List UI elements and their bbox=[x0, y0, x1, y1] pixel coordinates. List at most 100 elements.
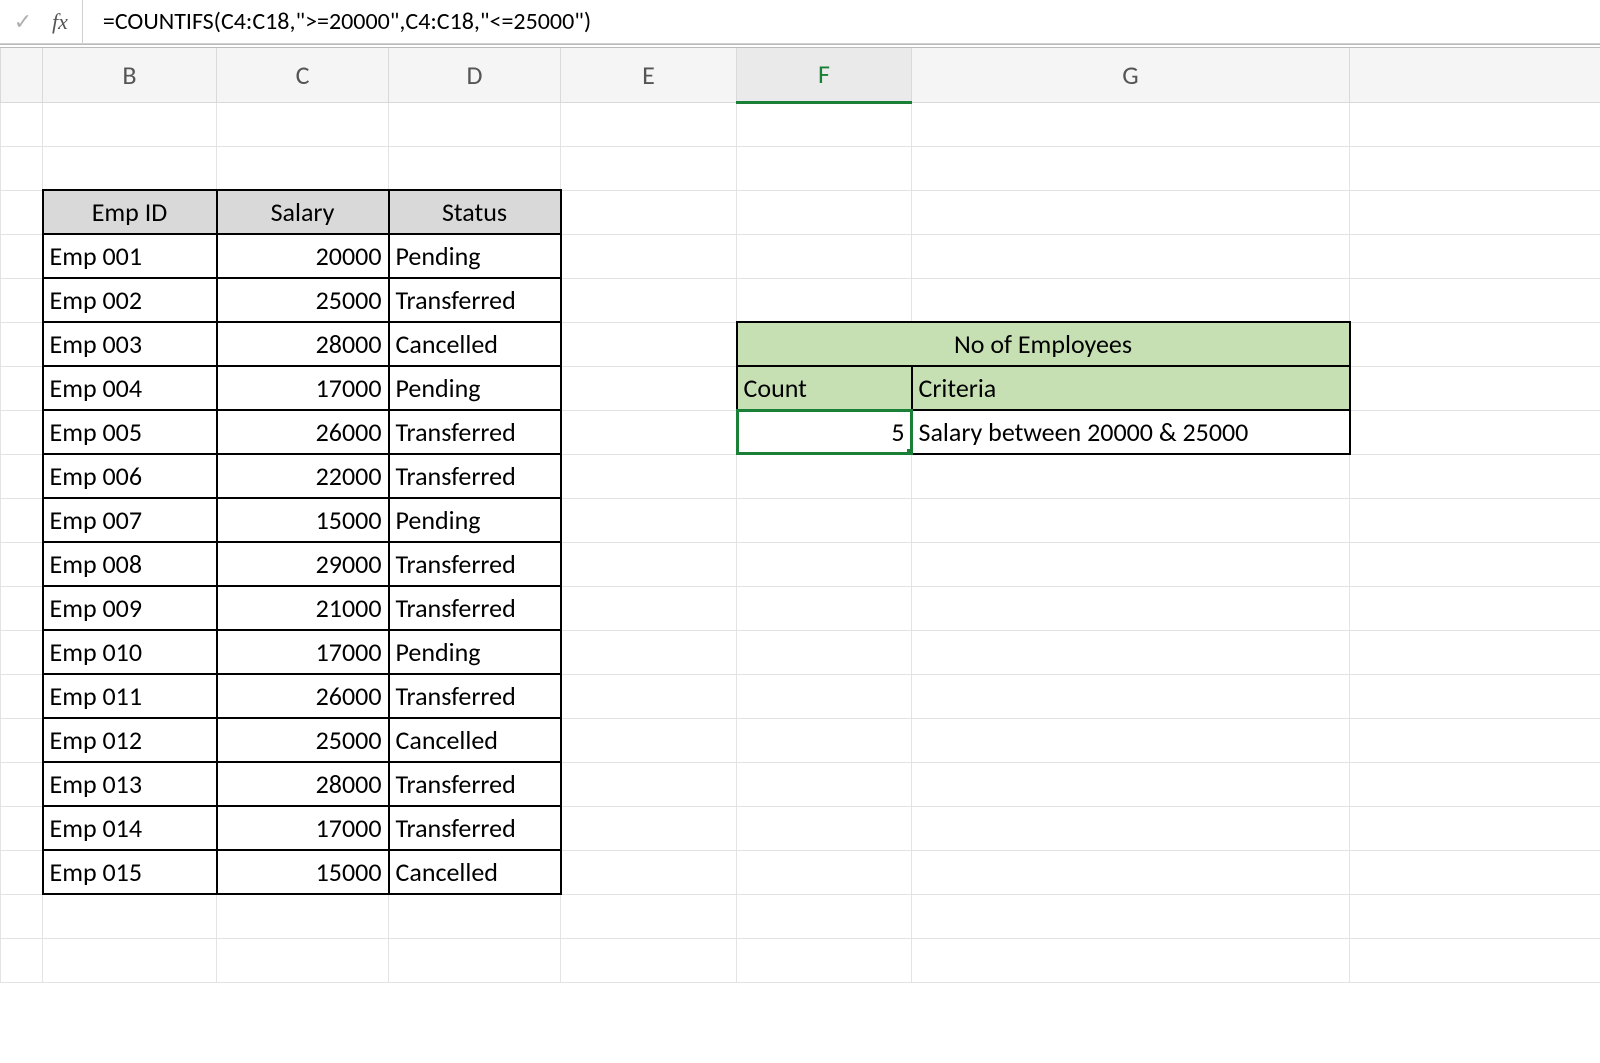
cell[interactable] bbox=[912, 630, 1350, 674]
cell[interactable] bbox=[1350, 586, 1600, 630]
emp-status-cell[interactable]: Pending bbox=[389, 234, 561, 278]
cell[interactable] bbox=[912, 102, 1350, 146]
cell[interactable] bbox=[737, 938, 912, 982]
emp-header[interactable]: Salary bbox=[217, 190, 389, 234]
cell[interactable] bbox=[217, 894, 389, 938]
cell[interactable] bbox=[561, 410, 737, 454]
emp-status-cell[interactable]: Transferred bbox=[389, 762, 561, 806]
col-header-D[interactable]: D bbox=[389, 48, 561, 102]
formula-input[interactable] bbox=[97, 6, 1592, 37]
cell[interactable] bbox=[217, 146, 389, 190]
col-header-F[interactable]: F bbox=[737, 48, 912, 102]
emp-id-cell[interactable]: Emp 003 bbox=[43, 322, 217, 366]
cell[interactable] bbox=[912, 674, 1350, 718]
cell[interactable] bbox=[561, 938, 737, 982]
emp-id-cell[interactable]: Emp 013 bbox=[43, 762, 217, 806]
cell[interactable] bbox=[737, 454, 912, 498]
emp-status-cell[interactable]: Cancelled bbox=[389, 322, 561, 366]
cell[interactable] bbox=[1350, 542, 1600, 586]
cell[interactable] bbox=[912, 586, 1350, 630]
cell[interactable] bbox=[561, 806, 737, 850]
cell[interactable] bbox=[561, 630, 737, 674]
cell[interactable] bbox=[912, 806, 1350, 850]
emp-status-cell[interactable]: Pending bbox=[389, 498, 561, 542]
col-header-G[interactable]: G bbox=[912, 48, 1350, 102]
cell[interactable] bbox=[737, 850, 912, 894]
cell[interactable] bbox=[1350, 938, 1600, 982]
emp-salary-cell[interactable]: 21000 bbox=[217, 586, 389, 630]
cell[interactable] bbox=[1350, 454, 1600, 498]
emp-salary-cell[interactable]: 17000 bbox=[217, 806, 389, 850]
select-all-corner[interactable] bbox=[1, 48, 43, 102]
col-header-spare[interactable] bbox=[1350, 48, 1600, 102]
emp-id-cell[interactable]: Emp 015 bbox=[43, 850, 217, 894]
emp-id-cell[interactable]: Emp 006 bbox=[43, 454, 217, 498]
cell[interactable] bbox=[912, 938, 1350, 982]
fx-label[interactable]: fx bbox=[52, 0, 83, 44]
emp-status-cell[interactable]: Transferred bbox=[389, 806, 561, 850]
cell[interactable] bbox=[912, 190, 1350, 234]
cell[interactable] bbox=[1350, 234, 1600, 278]
cell[interactable] bbox=[737, 630, 912, 674]
cell[interactable] bbox=[561, 322, 737, 366]
emp-status-cell[interactable]: Transferred bbox=[389, 278, 561, 322]
emp-header[interactable]: Status bbox=[389, 190, 561, 234]
emp-id-cell[interactable]: Emp 009 bbox=[43, 586, 217, 630]
cell[interactable] bbox=[1350, 322, 1600, 366]
cell[interactable] bbox=[737, 102, 912, 146]
summary-count-value[interactable]: 5 bbox=[737, 410, 912, 454]
cell[interactable] bbox=[1350, 894, 1600, 938]
cell[interactable] bbox=[737, 146, 912, 190]
emp-salary-cell[interactable]: 17000 bbox=[217, 366, 389, 410]
cell[interactable] bbox=[737, 234, 912, 278]
cell[interactable] bbox=[561, 146, 737, 190]
cell[interactable] bbox=[561, 674, 737, 718]
emp-status-cell[interactable]: Transferred bbox=[389, 410, 561, 454]
cell[interactable] bbox=[1350, 630, 1600, 674]
cell[interactable] bbox=[1350, 410, 1600, 454]
cell[interactable] bbox=[737, 278, 912, 322]
summary-count-label[interactable]: Count bbox=[737, 366, 912, 410]
cell[interactable] bbox=[1350, 102, 1600, 146]
cell[interactable] bbox=[912, 454, 1350, 498]
cell[interactable] bbox=[1350, 190, 1600, 234]
summary-criteria-label[interactable]: Criteria bbox=[912, 366, 1350, 410]
emp-id-cell[interactable]: Emp 007 bbox=[43, 498, 217, 542]
emp-salary-cell[interactable]: 28000 bbox=[217, 762, 389, 806]
emp-status-cell[interactable]: Transferred bbox=[389, 586, 561, 630]
spreadsheet-grid[interactable]: B C D E F G Emp IDSalaryStatusEmp 001200… bbox=[0, 48, 1600, 983]
emp-id-cell[interactable]: Emp 010 bbox=[43, 630, 217, 674]
emp-salary-cell[interactable]: 15000 bbox=[217, 850, 389, 894]
summary-title[interactable]: No of Employees bbox=[737, 322, 1350, 366]
emp-id-cell[interactable]: Emp 011 bbox=[43, 674, 217, 718]
cell[interactable] bbox=[737, 894, 912, 938]
cell[interactable] bbox=[1350, 850, 1600, 894]
cell[interactable] bbox=[912, 234, 1350, 278]
emp-salary-cell[interactable]: 17000 bbox=[217, 630, 389, 674]
emp-id-cell[interactable]: Emp 014 bbox=[43, 806, 217, 850]
cell[interactable] bbox=[217, 102, 389, 146]
cell[interactable] bbox=[561, 454, 737, 498]
cell[interactable] bbox=[1350, 674, 1600, 718]
cell[interactable] bbox=[737, 190, 912, 234]
emp-salary-cell[interactable]: 20000 bbox=[217, 234, 389, 278]
emp-salary-cell[interactable]: 26000 bbox=[217, 674, 389, 718]
cell[interactable] bbox=[561, 894, 737, 938]
cell[interactable] bbox=[561, 586, 737, 630]
emp-salary-cell[interactable]: 25000 bbox=[217, 718, 389, 762]
cell[interactable] bbox=[912, 146, 1350, 190]
cell[interactable] bbox=[1350, 498, 1600, 542]
emp-header[interactable]: Emp ID bbox=[43, 190, 217, 234]
emp-salary-cell[interactable]: 15000 bbox=[217, 498, 389, 542]
cell[interactable] bbox=[737, 542, 912, 586]
cell[interactable] bbox=[912, 850, 1350, 894]
cell[interactable] bbox=[912, 498, 1350, 542]
emp-status-cell[interactable]: Transferred bbox=[389, 674, 561, 718]
cell[interactable] bbox=[561, 850, 737, 894]
cell[interactable] bbox=[737, 586, 912, 630]
cell[interactable] bbox=[389, 146, 561, 190]
cell[interactable] bbox=[737, 498, 912, 542]
emp-salary-cell[interactable]: 25000 bbox=[217, 278, 389, 322]
emp-status-cell[interactable]: Cancelled bbox=[389, 718, 561, 762]
cell[interactable] bbox=[561, 278, 737, 322]
